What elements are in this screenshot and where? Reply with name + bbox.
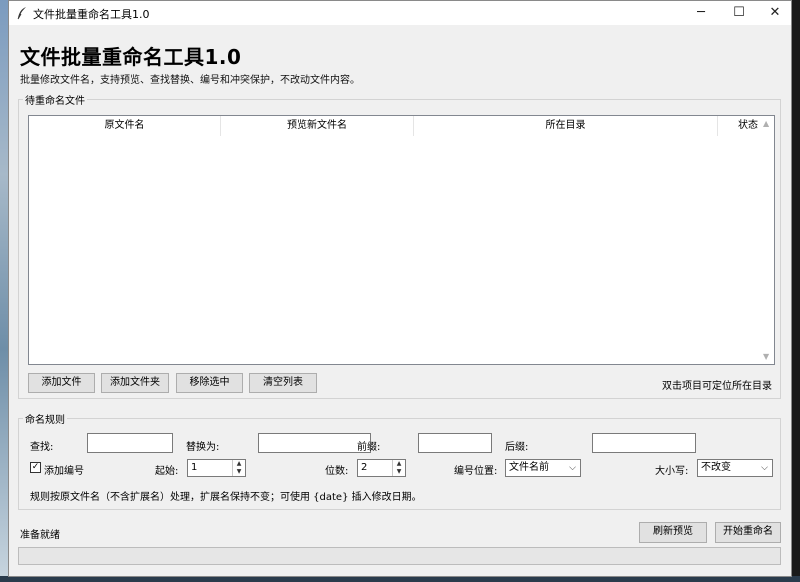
replace-label: 替换为: [186, 442, 220, 453]
spin-down-icon[interactable]: ▼ [233, 468, 245, 476]
numbering-checkbox[interactable]: ✓ [30, 462, 41, 473]
refresh-preview-button[interactable]: 刷新预览 [639, 522, 707, 543]
column-header-preview-name[interactable]: 预览新文件名 [221, 116, 414, 136]
spin-up-icon[interactable]: ▲ [233, 460, 245, 468]
title-bar[interactable]: 文件批量重命名工具1.0 ─ ☐ ✕ [9, 1, 791, 25]
start-label: 起始: [155, 466, 179, 477]
digits-value[interactable]: 2 [361, 462, 367, 473]
case-select[interactable]: 不改变 ⌵ [697, 459, 773, 477]
remove-selected-button[interactable]: 移除选中 [176, 373, 243, 393]
start-spinbox[interactable]: 1 ▲ ▼ [187, 459, 246, 477]
prefix-input[interactable] [418, 433, 492, 453]
file-list-scrollbar[interactable]: ▲ ▼ [760, 116, 774, 364]
digits-label: 位数: [325, 466, 349, 477]
add-files-button[interactable]: 添加文件 [28, 373, 95, 393]
locate-hint: 双击项目可定位所在目录 [662, 381, 772, 392]
page-title: 文件批量重命名工具1.0 [20, 45, 242, 69]
case-value[interactable]: 不改变 [701, 462, 731, 473]
numbering-label[interactable]: 添加编号 [44, 462, 84, 477]
maximize-button[interactable]: ☐ [721, 1, 757, 25]
position-value[interactable]: 文件名前 [509, 462, 549, 473]
clear-list-button[interactable]: 清空列表 [249, 373, 317, 393]
scroll-down-icon[interactable]: ▼ [763, 352, 769, 361]
chevron-down-icon[interactable]: ⌵ [569, 460, 576, 476]
start-rename-button[interactable]: 开始重命名 [715, 522, 781, 543]
replace-input[interactable] [258, 433, 371, 453]
add-folder-button[interactable]: 添加文件夹 [101, 373, 169, 393]
spin-down-icon[interactable]: ▼ [393, 468, 405, 476]
prefix-label: 前缀: [357, 442, 381, 453]
progress-bar [18, 547, 781, 565]
start-spin-arrows[interactable]: ▲ ▼ [232, 460, 245, 476]
files-group-label: 待重命名文件 [23, 92, 87, 107]
scroll-up-icon[interactable]: ▲ [763, 119, 769, 128]
feather-icon [17, 7, 26, 20]
suffix-label: 后缀: [505, 442, 529, 453]
start-value[interactable]: 1 [191, 462, 197, 473]
page-subtitle: 批量修改文件名，支持预览、查找替换、编号和冲突保护，不改动文件内容。 [20, 75, 360, 86]
column-header-directory[interactable]: 所在目录 [414, 116, 718, 136]
digits-spin-arrows[interactable]: ▲ ▼ [392, 460, 405, 476]
window-title: 文件批量重命名工具1.0 [33, 8, 150, 21]
find-input[interactable] [87, 433, 173, 453]
minimize-button[interactable]: ─ [683, 1, 719, 25]
column-header-original-name[interactable]: 原文件名 [29, 116, 221, 136]
rules-note: 规则按原文件名（不含扩展名）处理，扩展名保持不变；可使用 {date} 插入修改… [30, 492, 422, 503]
spin-up-icon[interactable]: ▲ [393, 460, 405, 468]
position-select[interactable]: 文件名前 ⌵ [505, 459, 581, 477]
suffix-input[interactable] [592, 433, 696, 453]
chevron-down-icon[interactable]: ⌵ [761, 460, 768, 476]
position-label: 编号位置: [454, 466, 498, 477]
rules-group-label: 命名规则 [23, 411, 67, 426]
digits-spinbox[interactable]: 2 ▲ ▼ [357, 459, 406, 477]
file-list-table[interactable]: 原文件名 预览新文件名 所在目录 状态 ▲ ▼ [28, 115, 775, 365]
status-text: 准备就绪 [20, 530, 60, 541]
case-label: 大小写: [655, 466, 689, 477]
close-button[interactable]: ✕ [757, 1, 793, 25]
column-header-status[interactable]: 状态 [718, 116, 760, 136]
find-label: 查找: [30, 442, 54, 453]
app-window: 文件批量重命名工具1.0 ─ ☐ ✕ 文件批量重命名工具1.0 批量修改文件名，… [8, 0, 792, 577]
